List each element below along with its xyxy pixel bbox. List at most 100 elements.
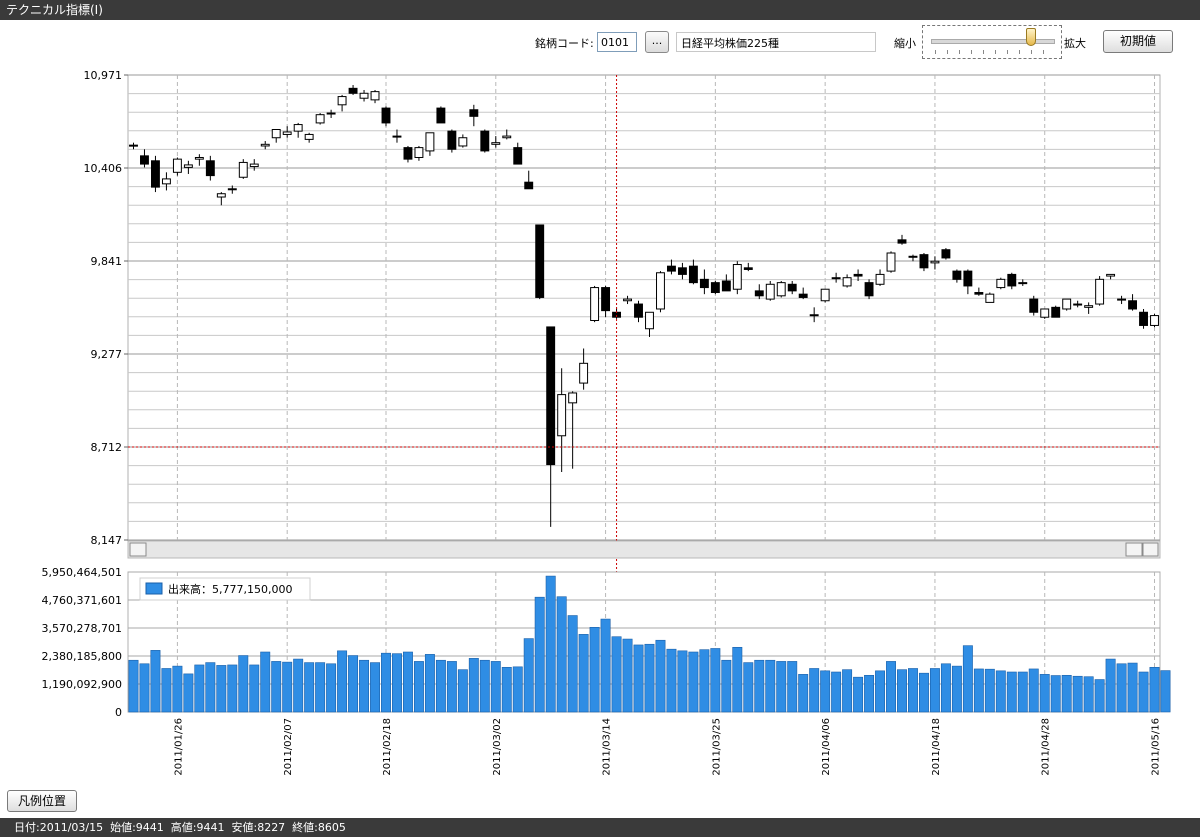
candle (776, 280, 786, 298)
candle (480, 129, 490, 153)
candle-body-up (304, 133, 314, 140)
volume-bar (413, 661, 424, 713)
volume-bar (1017, 671, 1028, 713)
candle-body-up (502, 135, 512, 139)
candle-body-down (798, 293, 808, 298)
date-tick-label: 2011/03/02 (492, 718, 503, 776)
volume-bar (249, 664, 260, 713)
volume-bar (589, 627, 600, 713)
candle-body-up (809, 314, 819, 317)
candle-body-up (249, 163, 259, 168)
volume-bar (787, 661, 798, 713)
candle-body-down (227, 188, 237, 191)
candle-body-up (172, 158, 182, 173)
candle-body-down (140, 155, 149, 165)
volume-bar (655, 639, 666, 713)
volume-bar (1061, 674, 1072, 713)
candle-body-up (1084, 305, 1094, 308)
volume-bar (699, 649, 710, 713)
volume-bar (940, 663, 951, 713)
candle-body-up (359, 92, 369, 99)
volume-bar (1127, 662, 1138, 713)
candle-body-down (1029, 298, 1039, 313)
volume-bar (688, 651, 699, 713)
candle-body-down (688, 265, 698, 284)
candle (765, 280, 775, 301)
legend-position-button[interactable]: 凡例位置 (7, 790, 77, 812)
candle-body-up (776, 282, 786, 297)
volume-bar (710, 648, 721, 713)
volume-bar (1160, 670, 1171, 713)
volume-bar (820, 670, 831, 713)
volume-bar (644, 643, 655, 713)
volume-bar (1083, 676, 1094, 713)
candle-body-up (326, 112, 336, 115)
candle-body-up (194, 156, 204, 160)
candle-body-down (963, 270, 973, 287)
candle (1040, 308, 1050, 319)
volume-axis: 5,950,464,501 4,760,371,601 3,570,278,701 2… (42, 566, 122, 719)
volume-bar (721, 659, 732, 713)
candle-body-up (1073, 303, 1083, 306)
scrollbar-end-button[interactable] (1142, 542, 1159, 557)
date-axis: 2011/01/26 2011/02/07 2011/02/18 2011/03/02… (173, 718, 1161, 776)
candle (656, 271, 665, 313)
candle-body-up (282, 131, 292, 135)
date-tick-label: 2011/04/18 (931, 718, 942, 776)
candle-body-up (656, 272, 665, 310)
volume-bar (282, 661, 293, 713)
candle-body-up (1040, 308, 1050, 318)
candle-body-up (1018, 282, 1028, 285)
candle (1062, 298, 1072, 311)
volume-bar (864, 674, 875, 713)
candle-body-up (623, 298, 632, 302)
volume-bar (622, 638, 633, 713)
volume-bar (567, 615, 578, 713)
volume-bar (128, 659, 139, 713)
candle-body-up (260, 143, 270, 147)
candle-body-up (491, 142, 501, 145)
candle-body-down (348, 87, 358, 94)
candle (238, 159, 248, 179)
scrollbar-right-thumb[interactable] (1125, 542, 1143, 557)
scrollbar-left-thumb[interactable] (129, 542, 147, 557)
candle-body-down (150, 160, 160, 188)
candle (535, 224, 545, 300)
candle-body-down (952, 270, 962, 280)
volume-bar (545, 575, 556, 713)
price-tick-label: 8,712 (91, 441, 123, 454)
price-tick-label: 10,971 (84, 69, 123, 82)
candle-body-down (974, 292, 984, 295)
volume-bar (918, 672, 929, 713)
candle-body-up (337, 96, 347, 106)
chart-area[interactable]: 10,971 10,406 9,841 9,277 8,712 8,147 5,950,4… (0, 0, 1200, 790)
candle-body-up (985, 293, 995, 303)
candle-body-up (1106, 273, 1116, 277)
candle-body-up (875, 273, 885, 285)
candle-body-up (293, 124, 303, 132)
scrollbar-track[interactable] (127, 540, 1161, 559)
volume-bar (886, 661, 896, 713)
candle-body-up (645, 311, 654, 330)
candle-body-down (513, 147, 523, 165)
candle-body-up (414, 147, 424, 158)
candle-body-down (1128, 300, 1138, 310)
volume-bar (150, 650, 161, 713)
volume-bar (534, 596, 545, 713)
date-tick-label: 2011/03/25 (711, 718, 722, 776)
candle-body-down (743, 267, 753, 270)
volume-bar (424, 654, 435, 713)
volume-bar (831, 671, 842, 713)
candle (710, 280, 720, 295)
legend-swatch (145, 582, 163, 595)
candle (985, 292, 995, 303)
volume-bar (556, 596, 567, 713)
volume-bar (161, 668, 172, 713)
volume-bar (809, 668, 820, 713)
candle-body-up (765, 283, 775, 300)
candle-body-down (469, 109, 479, 117)
candle (1095, 276, 1105, 306)
candle (1051, 305, 1061, 318)
date-tick-label: 2011/02/18 (382, 718, 393, 776)
volume-bar (765, 659, 776, 713)
